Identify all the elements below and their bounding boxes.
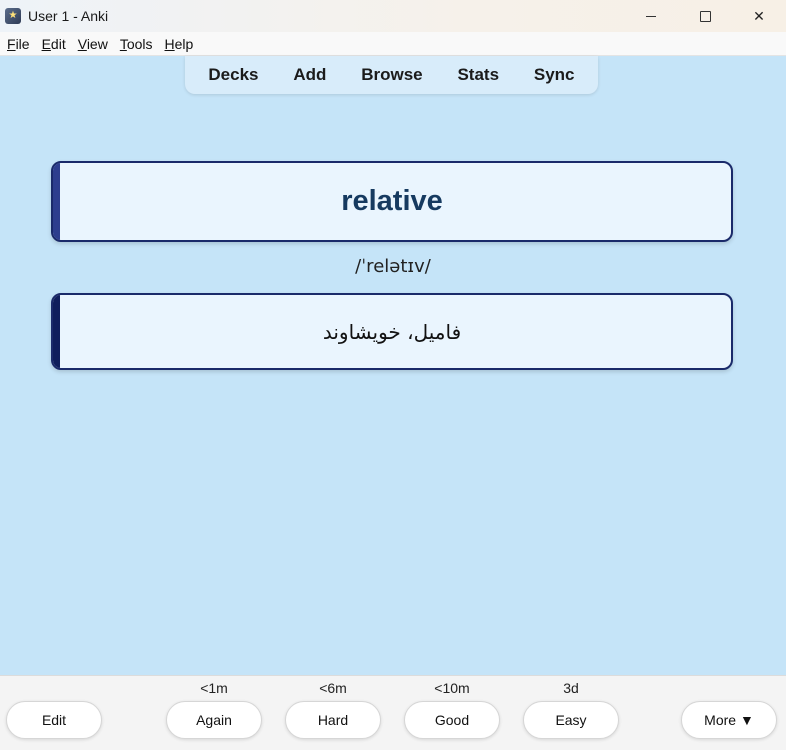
maximize-icon	[699, 10, 711, 22]
title-bar: ★ User 1 - Anki ✕	[0, 0, 786, 32]
toolbar-stats[interactable]: Stats	[451, 61, 505, 89]
toolbar-add[interactable]: Add	[287, 61, 332, 89]
interval-good: <10m	[434, 680, 470, 696]
main-toolbar: Decks Add Browse Stats Sync	[185, 56, 598, 94]
answer-good: <10m Good	[402, 676, 502, 739]
minimize-icon	[646, 15, 656, 17]
menu-file[interactable]: File	[2, 36, 35, 52]
toolbar-browse[interactable]: Browse	[355, 61, 428, 89]
close-icon: ✕	[753, 7, 765, 24]
edit-button[interactable]: Edit	[6, 701, 102, 739]
card-word: relative	[341, 185, 443, 217]
answer-easy: 3d Easy	[521, 676, 621, 739]
good-button[interactable]: Good	[404, 701, 500, 739]
card-front-accent	[53, 163, 60, 240]
easy-button[interactable]: Easy	[523, 701, 619, 739]
window-title: User 1 - Anki	[28, 8, 109, 24]
answer-again: <1m Again	[164, 676, 264, 739]
anki-window: ★ User 1 - Anki ✕ File Edit View Tools H…	[0, 0, 786, 750]
card-back-box: فامیل، خویشاوند	[51, 293, 733, 370]
anki-app-icon: ★	[5, 8, 21, 24]
window-controls: ✕	[624, 0, 786, 32]
menu-help[interactable]: Help	[160, 36, 199, 52]
interval-hard: <6m	[319, 680, 347, 696]
menu-tools[interactable]: Tools	[115, 36, 158, 52]
card-back-accent	[53, 295, 60, 368]
card-meaning: فامیل، خویشاوند	[322, 319, 462, 344]
review-bottom-bar: Edit <1m Again <6m Hard <10m Good 3d Eas…	[0, 675, 786, 750]
interval-again: <1m	[200, 680, 228, 696]
maximize-button[interactable]	[678, 0, 732, 32]
toolbar-decks[interactable]: Decks	[202, 61, 264, 89]
card-phonetic: /ˈrelətɪv/	[355, 256, 431, 277]
again-button[interactable]: Again	[166, 701, 262, 739]
interval-easy: 3d	[563, 680, 579, 696]
minimize-button[interactable]	[624, 0, 678, 32]
menu-edit[interactable]: Edit	[37, 36, 71, 52]
more-button[interactable]: More ▼	[681, 701, 777, 739]
answer-hard: <6m Hard	[283, 676, 383, 739]
toolbar-sync[interactable]: Sync	[528, 61, 581, 89]
card-front-box: relative	[51, 161, 733, 242]
menu-bar: File Edit View Tools Help	[0, 32, 786, 56]
menu-view[interactable]: View	[73, 36, 113, 52]
close-button[interactable]: ✕	[732, 0, 786, 32]
hard-button[interactable]: Hard	[285, 701, 381, 739]
